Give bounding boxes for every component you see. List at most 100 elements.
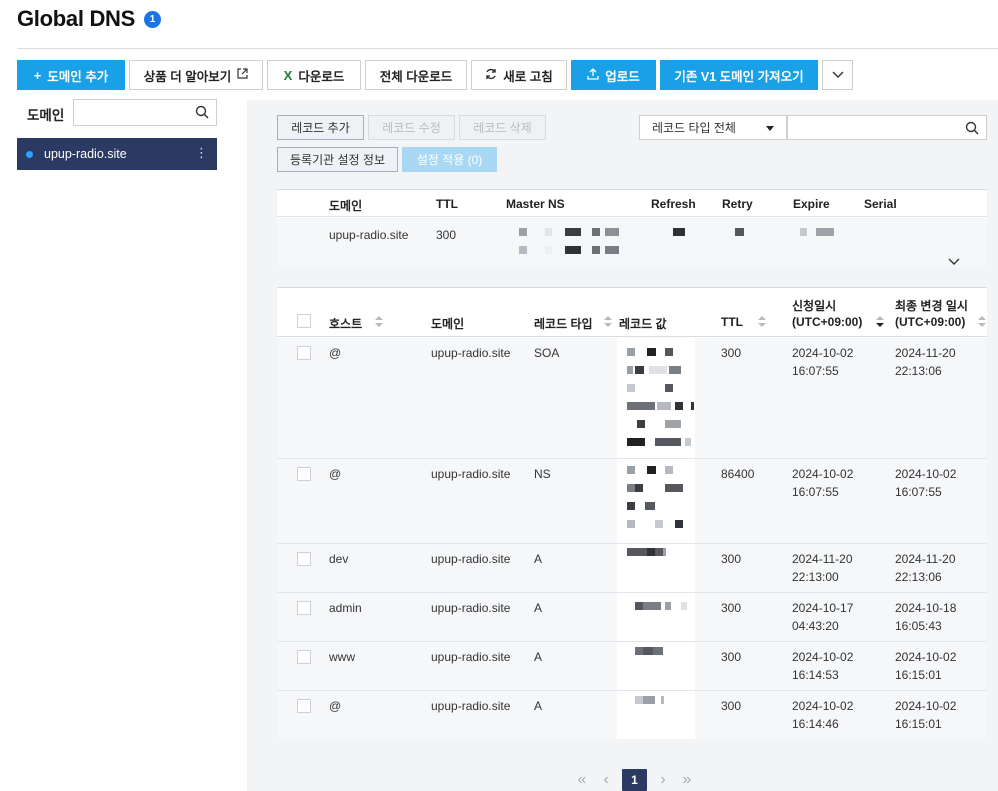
- pagination: « ‹ 1 › »: [570, 769, 699, 791]
- add-record-button[interactable]: 레코드 추가: [277, 115, 364, 140]
- soa-ttl: 300: [436, 228, 457, 242]
- current-page-button[interactable]: 1: [622, 769, 647, 791]
- column-header-host[interactable]: 호스트: [329, 315, 362, 332]
- cell-domain: upup-radio.site: [431, 601, 511, 615]
- record-search-input[interactable]: [788, 116, 958, 139]
- masked-master-ns: [517, 226, 627, 258]
- masked-expire: [800, 228, 845, 236]
- delete-record-button[interactable]: 레코드 삭제: [459, 115, 546, 140]
- column-header: Refresh: [651, 197, 696, 211]
- upload-icon: [587, 67, 599, 83]
- next-page-icon[interactable]: ›: [651, 771, 675, 789]
- row-checkbox[interactable]: [297, 552, 311, 566]
- table-row[interactable]: www upup-radio.site A 300 2024-10-02 16:…: [277, 642, 987, 691]
- column-header-modified-tz: (UTC+09:00): [895, 315, 966, 329]
- page-title: Global DNS: [17, 6, 136, 31]
- cell-modified-date: 2024-10-02: [895, 699, 957, 713]
- cell-created-time: 16:14:46: [792, 717, 839, 731]
- soa-domain: upup-radio.site: [329, 228, 409, 242]
- sort-desc-icon[interactable]: [876, 316, 884, 328]
- cell-ttl: 300: [721, 552, 742, 566]
- table-row[interactable]: @ upup-radio.site A 300 2024-10-02 16:14…: [277, 691, 987, 739]
- cell-host: @: [329, 467, 342, 481]
- cell-host: dev: [329, 552, 349, 566]
- prev-page-icon[interactable]: ‹: [594, 771, 618, 789]
- cell-domain: upup-radio.site: [431, 650, 511, 664]
- search-icon[interactable]: [965, 121, 979, 135]
- cell-type: A: [534, 601, 543, 615]
- cell-created-date: 2024-11-20: [792, 552, 853, 566]
- download-button[interactable]: X 다운로드: [267, 60, 361, 90]
- cell-created-time: 16:07:55: [792, 485, 839, 499]
- edit-record-button[interactable]: 레코드 수정: [368, 115, 455, 140]
- cell-created-date: 2024-10-17: [792, 601, 854, 615]
- cell-ttl: 86400: [721, 467, 755, 481]
- soa-header-row: 도메인 TTL Master NS Refresh Retry Expire S…: [277, 190, 987, 217]
- column-header-domain: 도메인: [431, 317, 465, 331]
- row-checkbox[interactable]: [297, 650, 311, 664]
- table-row[interactable]: @ upup-radio.site SOA 300 2024-10-02 16:…: [277, 338, 987, 459]
- registrar-info-button[interactable]: 등록기관 설정 정보: [277, 147, 398, 172]
- external-link-icon: [237, 68, 248, 82]
- caret-down-icon: [766, 126, 774, 131]
- cell-modified-time: 16:15:01: [895, 717, 942, 731]
- plus-icon: +: [33, 67, 42, 83]
- masked-record-value: [617, 642, 695, 690]
- column-header: TTL: [436, 197, 458, 211]
- record-search: [787, 115, 987, 140]
- select-all-checkbox[interactable]: [297, 314, 311, 328]
- learn-more-button[interactable]: 상품 더 알아보기: [129, 60, 263, 90]
- cell-host: www: [329, 650, 355, 664]
- table-row[interactable]: @ upup-radio.site NS 86400 2024-10-02 16…: [277, 459, 987, 544]
- apply-settings-button[interactable]: 설정 적용 (0): [402, 147, 497, 172]
- refresh-button[interactable]: 새로 고침: [471, 60, 567, 90]
- import-v1-button[interactable]: 기존 V1 도메인 가져오기: [660, 60, 818, 90]
- sort-icon[interactable]: [375, 316, 383, 328]
- more-options-button[interactable]: [822, 60, 853, 90]
- cell-modified-time: 16:05:43: [895, 619, 942, 633]
- kebab-menu-icon[interactable]: ⋮: [195, 146, 208, 159]
- chevron-down-icon[interactable]: [948, 258, 960, 266]
- cell-domain: upup-radio.site: [431, 467, 511, 481]
- column-header-ttl[interactable]: TTL: [721, 315, 743, 329]
- download-all-button[interactable]: 전체 다운로드: [365, 60, 467, 90]
- sort-icon[interactable]: [758, 316, 766, 328]
- record-type-select[interactable]: 레코드 타입 전체: [639, 115, 787, 140]
- cell-created-date: 2024-10-02: [792, 467, 854, 481]
- chevron-down-icon: [832, 71, 843, 78]
- soa-row[interactable]: upup-radio.site 300: [277, 218, 987, 267]
- cell-modified-time: 16:15:01: [895, 668, 942, 682]
- row-checkbox[interactable]: [297, 601, 311, 615]
- first-page-icon[interactable]: «: [570, 771, 594, 789]
- sort-icon[interactable]: [604, 316, 612, 328]
- masked-record-value: [617, 691, 695, 739]
- toolbar: + 도메인 추가 상품 더 알아보기 X 다운로드 전체 다운로드 새로 고침 …: [17, 60, 857, 90]
- column-header-created[interactable]: 신청일시: [792, 297, 836, 314]
- search-icon[interactable]: [195, 105, 209, 119]
- sidebar-label: 도메인: [27, 108, 65, 123]
- cell-domain: upup-radio.site: [431, 346, 511, 360]
- column-header-type[interactable]: 레코드 타입: [534, 315, 593, 332]
- column-header: Retry: [722, 197, 753, 211]
- refresh-icon: [485, 68, 497, 83]
- sort-icon[interactable]: [978, 316, 986, 328]
- row-checkbox[interactable]: [297, 467, 311, 481]
- last-page-icon[interactable]: »: [675, 771, 699, 789]
- masked-record-value: [617, 459, 695, 543]
- upload-button[interactable]: 업로드: [571, 60, 656, 90]
- add-domain-button[interactable]: + 도메인 추가: [17, 60, 125, 90]
- row-checkbox[interactable]: [297, 699, 311, 713]
- sidebar-item-label: upup-radio.site: [44, 147, 127, 161]
- column-header: Expire: [793, 197, 830, 211]
- domain-search-input[interactable]: [74, 100, 184, 125]
- cell-created-date: 2024-10-02: [792, 346, 854, 360]
- cell-modified-date: 2024-10-02: [895, 650, 957, 664]
- row-checkbox[interactable]: [297, 346, 311, 360]
- masked-record-value: [617, 338, 695, 458]
- column-header-modified[interactable]: 최종 변경 일시: [895, 297, 968, 314]
- cell-modified-date: 2024-11-20: [895, 346, 956, 360]
- table-row[interactable]: dev upup-radio.site A 300 2024-11-20 22:…: [277, 544, 987, 593]
- sidebar-item-domain[interactable]: upup-radio.site ⋮: [17, 138, 217, 170]
- cell-modified-date: 2024-11-20: [895, 552, 956, 566]
- table-row[interactable]: admin upup-radio.site A 300 2024-10-17 0…: [277, 593, 987, 642]
